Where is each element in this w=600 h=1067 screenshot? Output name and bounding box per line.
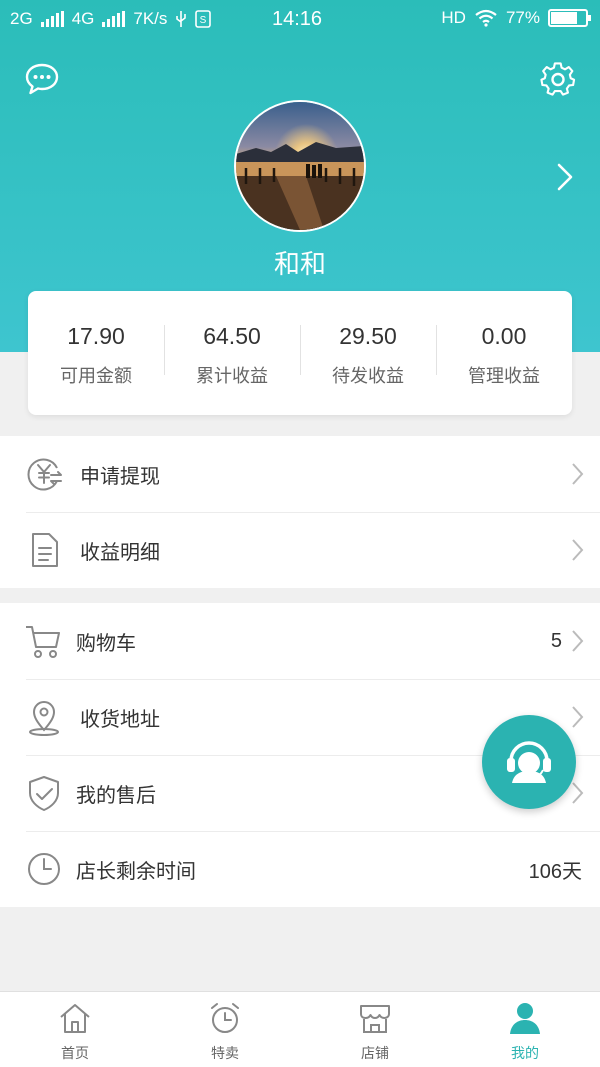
tab-home[interactable]: 首页 <box>0 992 150 1067</box>
person-icon <box>510 1003 540 1034</box>
store-icon <box>360 1005 390 1033</box>
chevron-right-icon <box>572 463 584 485</box>
battery-icon <box>548 9 591 27</box>
nickname: 和和 <box>273 250 326 280</box>
menu-item-label: 收货地址 <box>80 706 160 731</box>
status-bar-right: HD 77% <box>441 8 591 28</box>
tab-flash-sale[interactable]: 特卖 <box>150 992 300 1067</box>
menu-item-label: 收益明细 <box>80 539 160 564</box>
battery-percent: 77% <box>505 8 540 27</box>
menu-item-earnings-detail[interactable]: 收益明细 <box>0 512 600 588</box>
stat-value: 0.00 <box>481 323 527 349</box>
tab-store[interactable]: 店铺 <box>300 992 450 1067</box>
app-notification-icon: S <box>195 10 212 28</box>
stat-label: 累计收益 <box>196 366 268 387</box>
usb-icon <box>176 11 187 27</box>
location-pin-icon <box>29 701 59 736</box>
tab-label: 首页 <box>61 1046 89 1062</box>
cart-icon <box>26 626 60 658</box>
avatar[interactable] <box>234 100 366 232</box>
chevron-right-icon <box>572 630 584 652</box>
gear-icon[interactable] <box>540 61 576 97</box>
stat-value: 29.50 <box>339 323 397 349</box>
stat-available-amount[interactable]: 17.90 可用金额 <box>28 291 164 415</box>
yuan-exchange-icon <box>27 458 62 491</box>
signal-icon-2 <box>102 11 126 27</box>
tab-mine[interactable]: 我的 <box>450 992 600 1067</box>
stat-value: 64.50 <box>203 323 261 349</box>
network-4g-label: 4G <box>71 9 95 28</box>
avatar-sunset-image <box>236 102 364 230</box>
menu-item-label: 购物车 <box>76 630 136 655</box>
cart-count: 5 <box>550 629 562 652</box>
tab-label: 特卖 <box>211 1046 239 1062</box>
document-icon <box>32 533 58 567</box>
menu-item-withdraw[interactable]: 申请提现 <box>0 436 600 512</box>
status-bar-left: 2G 4G 7K/s S <box>10 9 212 29</box>
svg-text:S: S <box>200 15 207 26</box>
menu-item-manager-remaining-time[interactable]: 店长剩余时间 106天 <box>0 831 600 907</box>
remaining-days: 106天 <box>528 860 582 883</box>
wifi-icon <box>475 9 497 27</box>
status-time: 14:16 <box>272 8 323 30</box>
menu-item-label: 申请提现 <box>80 463 160 488</box>
menu-item-cart[interactable]: 购物车 5 <box>0 603 600 679</box>
bottom-tab-bar: 首页 特卖 店铺 我的 <box>0 991 600 1067</box>
menu-item-label: 店长剩余时间 <box>76 858 196 883</box>
tab-label: 店铺 <box>361 1046 389 1062</box>
stat-management-earnings[interactable]: 0.00 管理收益 <box>436 291 572 415</box>
alarm-clock-icon <box>211 1003 239 1033</box>
stat-pending-earnings[interactable]: 29.50 待发收益 <box>300 291 436 415</box>
stat-label: 待发收益 <box>332 366 404 387</box>
tab-label: 我的 <box>511 1046 539 1062</box>
message-icon[interactable] <box>24 62 60 96</box>
stats-card: 17.90 可用金额 64.50 累计收益 29.50 待发收益 0.00 管理… <box>28 291 572 415</box>
earnings-menu-group: 申请提现 收益明细 <box>0 436 600 588</box>
menu-item-label: 我的售后 <box>76 782 156 807</box>
shield-check-icon <box>29 776 59 811</box>
stat-label: 可用金额 <box>60 366 132 387</box>
stat-label: 管理收益 <box>468 366 540 387</box>
network-speed: 7K/s <box>133 9 168 28</box>
chevron-right-icon <box>572 539 584 561</box>
network-2g-label: 2G <box>10 9 33 28</box>
hd-label: HD <box>441 8 466 27</box>
home-icon <box>60 1004 90 1033</box>
stat-total-earnings[interactable]: 64.50 累计收益 <box>164 291 300 415</box>
clock-icon <box>28 853 60 885</box>
customer-service-button[interactable] <box>482 715 576 809</box>
stat-value: 17.90 <box>67 323 125 349</box>
signal-icon <box>40 11 64 27</box>
profile-chevron-right-icon[interactable] <box>556 162 574 192</box>
headset-agent-icon <box>507 741 551 783</box>
status-bar: 2G 4G 7K/s S 14:16 HD 77% <box>0 0 600 42</box>
